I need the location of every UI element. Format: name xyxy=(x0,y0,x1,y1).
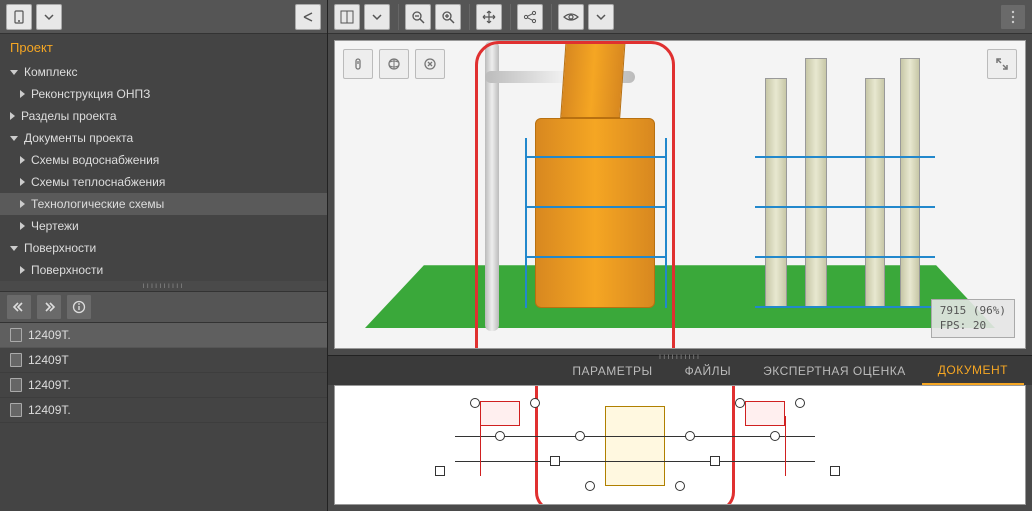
viewport-wrap: 7915 (96%) FPS: 20 ıııııııııı ПАРАМЕТРЫФ… xyxy=(328,34,1032,511)
file-item[interactable]: 12409T. xyxy=(0,398,327,423)
file-item[interactable]: 12409T xyxy=(0,348,327,373)
file-item-label: 12409T xyxy=(28,353,69,367)
tab-параметры[interactable]: ПАРАМЕТРЫ xyxy=(556,356,668,385)
tree-item[interactable]: Документы проекта xyxy=(0,127,327,149)
file-nav-bar xyxy=(0,291,327,323)
scene-stack xyxy=(560,40,626,118)
scene-tank xyxy=(535,118,655,308)
3d-viewport[interactable]: 7915 (96%) FPS: 20 xyxy=(334,40,1026,349)
viewport-mini-toolbar xyxy=(343,49,445,79)
horizontal-splitter[interactable]: ıııııııııı xyxy=(659,352,701,361)
viewport-tool-2[interactable] xyxy=(379,49,409,79)
bottom-tabs: ıııııııııı ПАРАМЕТРЫФАЙЛЫЭКСПЕРТНАЯ ОЦЕН… xyxy=(328,355,1032,385)
chevron-icon xyxy=(10,112,15,120)
file-list: 12409T. 12409T 12409T. 12409T. xyxy=(0,323,327,511)
file-icon xyxy=(10,353,22,367)
scene-column xyxy=(900,58,920,308)
tree-item[interactable]: Чертежи xyxy=(0,215,327,237)
tree-title: Проект xyxy=(0,34,327,61)
chevron-icon xyxy=(20,156,25,164)
move-button[interactable] xyxy=(476,4,502,30)
tree-item[interactable]: Поверхности xyxy=(0,259,327,281)
tree-item-label: Схемы теплоснабжения xyxy=(31,175,165,189)
file-item-label: 12409T. xyxy=(28,403,71,417)
tree-item-label: Технологические схемы xyxy=(31,197,164,211)
scene-column xyxy=(765,78,787,308)
right-panel: 7915 (96%) FPS: 20 ıııııııııı ПАРАМЕТРЫФ… xyxy=(328,0,1032,511)
view-button[interactable] xyxy=(558,4,584,30)
stats-line1: 7915 (96%) xyxy=(940,304,1006,318)
share-button[interactable] xyxy=(517,4,543,30)
viewport-stats: 7915 (96%) FPS: 20 xyxy=(931,299,1015,338)
main-toolbar xyxy=(328,0,1032,34)
tree-item-label: Реконструкция ОНПЗ xyxy=(31,87,150,101)
nav-forward-button[interactable] xyxy=(36,294,62,320)
tree-item-label: Схемы водоснабжения xyxy=(31,153,159,167)
file-item[interactable]: 12409T. xyxy=(0,373,327,398)
left-panel: Проект Комплекс Реконструкция ОНПЗ Разделы… xyxy=(0,0,328,511)
viewport-tool-1[interactable] xyxy=(343,49,373,79)
chevron-icon xyxy=(10,70,18,75)
tree-item-label: Поверхности xyxy=(24,241,96,255)
file-item-label: 12409T. xyxy=(28,328,71,342)
expand-panel-button[interactable] xyxy=(295,4,321,30)
file-item-label: 12409T. xyxy=(28,378,71,392)
document-view[interactable] xyxy=(334,385,1026,505)
chevron-icon xyxy=(10,136,18,141)
chevron-icon xyxy=(10,246,18,251)
file-icon xyxy=(10,403,22,417)
tree-item[interactable]: Технологические схемы xyxy=(0,193,327,215)
stats-line2: FPS: 20 xyxy=(940,319,1006,333)
scene-column xyxy=(805,58,827,308)
zoom-out-button[interactable] xyxy=(405,4,431,30)
tree-item[interactable]: Комплекс xyxy=(0,61,327,83)
left-toolbar xyxy=(0,0,327,34)
tree-item[interactable]: Схемы теплоснабжения xyxy=(0,171,327,193)
layout-button[interactable] xyxy=(334,4,360,30)
file-icon xyxy=(10,328,22,342)
tree-item-label: Комплекс xyxy=(24,65,77,79)
tree-item[interactable]: Схемы водоснабжения xyxy=(0,149,327,171)
chevron-icon xyxy=(20,266,25,274)
tree-item-label: Чертежи xyxy=(31,219,79,233)
nav-back-button[interactable] xyxy=(6,294,32,320)
vertical-splitter[interactable]: ıııııııııı xyxy=(0,281,327,291)
menu-button[interactable] xyxy=(1000,4,1026,30)
tree-item[interactable]: Реконструкция ОНПЗ xyxy=(0,83,327,105)
dropdown-button[interactable] xyxy=(36,4,62,30)
layout-dropdown[interactable] xyxy=(364,4,390,30)
chevron-icon xyxy=(20,178,25,186)
file-icon xyxy=(10,378,22,392)
tab-экспертная оценка[interactable]: ЭКСПЕРТНАЯ ОЦЕНКА xyxy=(747,356,922,385)
device-button[interactable] xyxy=(6,4,32,30)
chevron-icon xyxy=(20,222,25,230)
viewport-tool-3[interactable] xyxy=(415,49,445,79)
file-item[interactable]: 12409T. xyxy=(0,323,327,348)
tree-item[interactable]: Поверхности xyxy=(0,237,327,259)
tab-документ[interactable]: ДОКУМЕНТ xyxy=(922,356,1024,385)
info-button[interactable] xyxy=(66,294,92,320)
view-dropdown[interactable] xyxy=(588,4,614,30)
tree-item-label: Поверхности xyxy=(31,263,103,277)
chevron-icon xyxy=(20,90,25,98)
chevron-icon xyxy=(20,200,25,208)
tree-item-label: Разделы проекта xyxy=(21,109,117,123)
scene-pipe xyxy=(485,41,499,331)
tree-item[interactable]: Разделы проекта xyxy=(0,105,327,127)
zoom-in-button[interactable] xyxy=(435,4,461,30)
scene-column xyxy=(865,78,885,308)
viewport-expand-button[interactable] xyxy=(987,49,1017,79)
project-tree: Проект Комплекс Реконструкция ОНПЗ Разделы… xyxy=(0,34,327,281)
tree-item-label: Документы проекта xyxy=(24,131,133,145)
